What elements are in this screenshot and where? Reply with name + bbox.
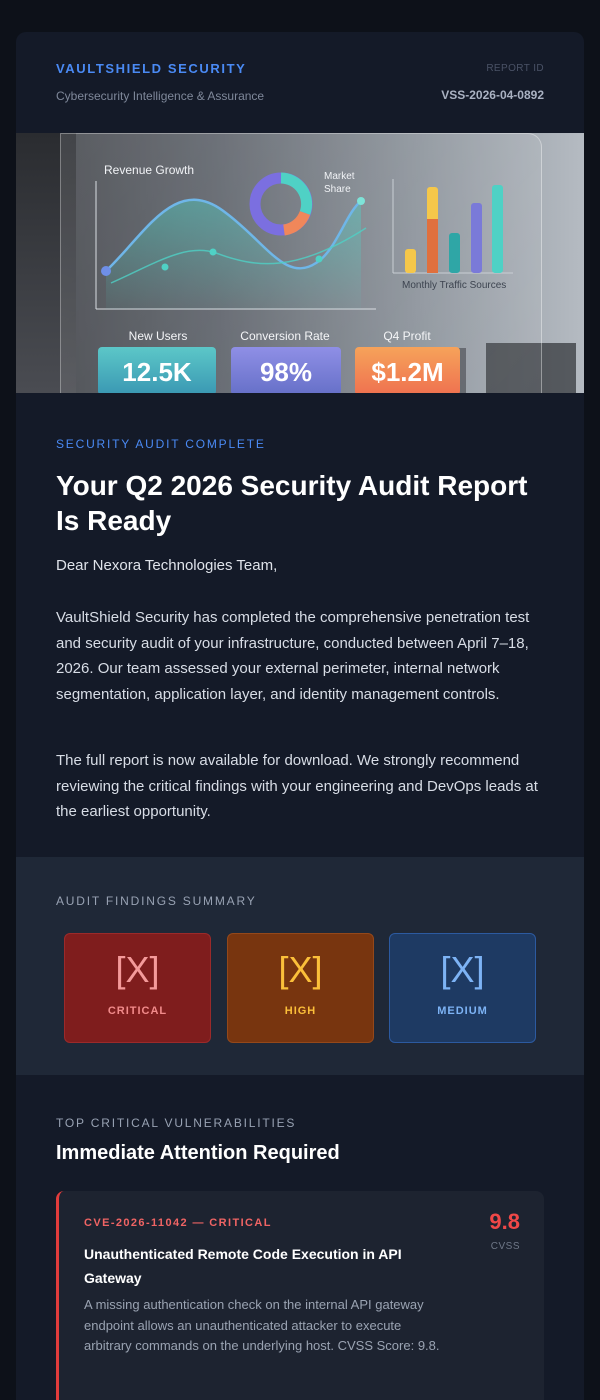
traffic-chart-title: Monthly Traffic Sources xyxy=(402,280,507,291)
finding-tile-high: [X] HIGH xyxy=(227,933,374,1043)
email-card: VAULTSHIELD SECURITY Cybersecurity Intel… xyxy=(16,32,584,1400)
traffic-bar xyxy=(492,185,503,273)
email-title: Your Q2 2026 Security Audit Report Is Re… xyxy=(56,470,528,536)
kpi-label-conversion: Conversion Rate xyxy=(240,329,330,343)
traffic-bar xyxy=(449,233,460,273)
vulnerability-title: Unauthenticated Remote Code Execution in… xyxy=(84,1246,402,1286)
donut-segment xyxy=(280,172,313,215)
revenue-point xyxy=(209,248,217,256)
revenue-point xyxy=(101,266,111,276)
brand-tagline: Cybersecurity Intelligence & Assurance xyxy=(56,89,265,103)
kpi-value-conversion: 98% xyxy=(231,347,341,393)
report-id: VSS-2026-04-0892 xyxy=(441,88,544,102)
vulnerabilities-label: TOP CRITICAL VULNERABILITIES xyxy=(56,1116,297,1130)
revenue-area xyxy=(106,199,361,309)
vulnerabilities-heading: Immediate Attention Required xyxy=(56,1142,340,1164)
market-share-title-1: Market xyxy=(324,171,355,182)
high-label: HIGH xyxy=(284,1005,317,1017)
revenue-point xyxy=(161,263,169,271)
recommendation-paragraph: The full report is now available for dow… xyxy=(56,752,538,820)
market-share-title-2: Share xyxy=(324,184,351,195)
finding-tile-medium: [X] MEDIUM xyxy=(389,933,536,1043)
revenue-point xyxy=(315,255,323,263)
findings-label: AUDIT FINDINGS SUMMARY xyxy=(56,894,257,908)
vulnerability-id: CVE-2026-11042 — CRITICAL xyxy=(84,1217,272,1229)
vulnerability-description: A missing authentication check on the in… xyxy=(84,1297,440,1353)
kpi-value-profit: $1.2M xyxy=(355,347,460,393)
intro-paragraph: VaultShield Security has completed the c… xyxy=(56,609,530,703)
traffic-bar xyxy=(471,203,482,273)
high-count: [X] xyxy=(278,949,323,990)
traffic-bar xyxy=(405,249,416,273)
hero-dashboard-image: Revenue Growth Market Share Monthly Traf… xyxy=(16,133,584,393)
vulnerability-card: CVE-2026-11042 — CRITICAL Unauthenticate… xyxy=(56,1191,544,1400)
cvss-score: 9.8 xyxy=(489,1209,520,1234)
status-eyebrow: SECURITY AUDIT COMPLETE xyxy=(56,437,266,451)
critical-count: [X] xyxy=(115,949,160,990)
medium-count: [X] xyxy=(440,949,485,990)
email-header: VAULTSHIELD SECURITY Cybersecurity Intel… xyxy=(16,32,584,133)
kpi-value-new-users: 12.5K xyxy=(98,347,216,393)
cvss-label: CVSS xyxy=(490,1241,520,1252)
brand-name: VAULTSHIELD SECURITY xyxy=(56,61,247,76)
critical-label: CRITICAL xyxy=(107,1005,168,1017)
revenue-chart-title: Revenue Growth xyxy=(104,163,195,177)
finding-tile-critical: [X] CRITICAL xyxy=(64,933,211,1043)
report-id-label: REPORT ID xyxy=(486,63,544,74)
medium-label: MEDIUM xyxy=(437,1005,488,1017)
greeting: Dear Nexora Technologies Team, xyxy=(56,557,278,574)
kpi-label-new-users: New Users xyxy=(128,329,188,343)
kpi-label-profit: Q4 Profit xyxy=(383,329,431,343)
traffic-bar-segment xyxy=(427,219,438,273)
findings-summary: AUDIT FINDINGS SUMMARY [X] CRITICAL [X] … xyxy=(16,857,584,1075)
revenue-point xyxy=(357,197,365,205)
